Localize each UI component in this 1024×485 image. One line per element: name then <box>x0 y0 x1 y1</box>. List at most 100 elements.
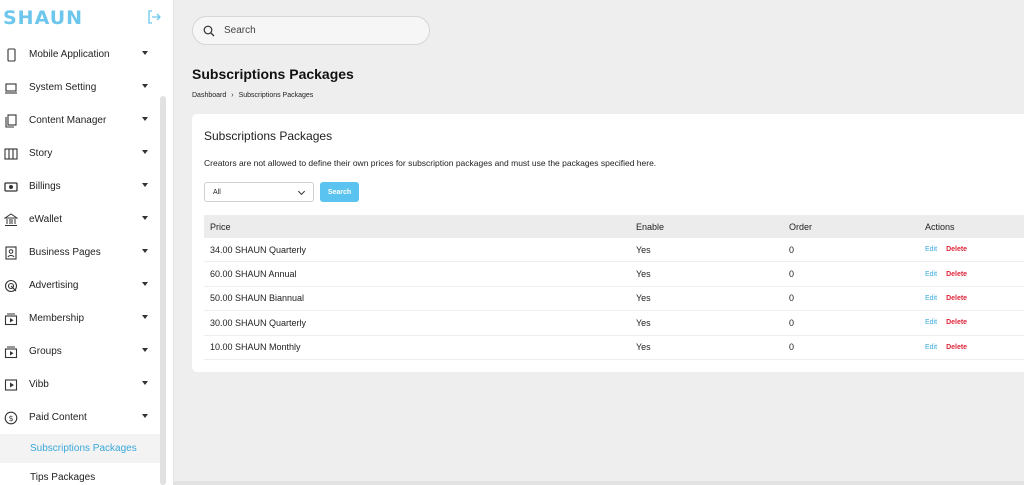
chevron-down-icon <box>142 84 148 88</box>
sidebar-item-advertising[interactable]: Advertising <box>0 269 160 302</box>
table-row: 50.00 SHAUN Biannual Yes 0 Edit Delete <box>204 287 1024 312</box>
cell-order: 0 <box>789 342 795 353</box>
filter-select[interactable]: All <box>204 182 314 202</box>
column-header-actions: Actions <box>925 221 955 232</box>
chevron-down-icon <box>142 315 148 319</box>
table-header: Price Enable Order Actions <box>204 215 1024 238</box>
cell-order: 0 <box>789 293 795 304</box>
chevron-down-icon <box>142 150 148 154</box>
delete-link[interactable]: Delete <box>946 271 967 278</box>
chevron-down-icon <box>142 282 148 286</box>
packages-card: Subscriptions Packages Creators are not … <box>192 114 1024 372</box>
sidebar-subitem-subscriptions-packages[interactable]: Subscriptions Packages <box>0 434 160 463</box>
sidebar-item-label: Vibb <box>29 379 49 390</box>
search-button[interactable]: Search <box>320 182 359 202</box>
delete-link[interactable]: Delete <box>946 295 967 302</box>
cell-enable: Yes <box>636 317 651 328</box>
cell-price: 60.00 SHAUN Annual <box>210 269 297 280</box>
edit-link[interactable]: Edit <box>925 271 937 278</box>
sidebar-item-label: Billings <box>29 181 61 192</box>
sidebar-item-label: Advertising <box>29 280 79 291</box>
sidebar-item-business-pages[interactable]: Business Pages <box>0 236 160 269</box>
sidebar-item-label: Groups <box>29 346 62 357</box>
sidebar-item-label: Membership <box>29 313 85 324</box>
cell-enable: Yes <box>636 269 651 280</box>
sidebar-item-billings[interactable]: Billings <box>0 170 160 203</box>
target-icon <box>4 279 18 293</box>
search-icon <box>203 25 215 36</box>
sidebar-item-vibb[interactable]: Vibb <box>0 368 160 401</box>
edit-link[interactable]: Edit <box>925 246 937 253</box>
cell-enable: Yes <box>636 244 651 255</box>
footer-bar <box>174 481 1024 485</box>
chevron-right-icon: › <box>231 92 234 99</box>
sidebar-item-label: Business Pages <box>29 247 101 258</box>
sidebar-item-mobile-application[interactable]: Mobile Application <box>0 38 160 71</box>
table-row: 34.00 SHAUN Quarterly Yes 0 Edit Delete <box>204 238 1024 263</box>
bank-icon <box>4 212 18 227</box>
delete-link[interactable]: Delete <box>946 319 967 326</box>
edit-link[interactable]: Edit <box>925 295 937 302</box>
table-row: 60.00 SHAUN Annual Yes 0 Edit Delete <box>204 262 1024 287</box>
logo-row: SHAUN <box>0 0 173 38</box>
logo[interactable]: SHAUN <box>3 7 83 29</box>
chevron-down-icon <box>142 249 148 253</box>
sidebar-item-system-setting[interactable]: System Setting <box>0 71 160 104</box>
cash-icon <box>4 180 18 194</box>
sidebar-item-story[interactable]: Story <box>0 137 160 170</box>
contact-card-icon <box>4 245 18 260</box>
card-description: Creators are not allowed to define their… <box>204 158 657 168</box>
chevron-down-icon <box>142 414 148 418</box>
page-title: Subscriptions Packages <box>192 66 354 82</box>
cell-actions: Edit Delete <box>925 262 967 285</box>
delete-link[interactable]: Delete <box>946 246 967 253</box>
packages-table: Price Enable Order Actions 34.00 SHAUN Q… <box>204 215 1024 360</box>
table-row: 10.00 SHAUN Monthly Yes 0 Edit Delete <box>204 336 1024 360</box>
play-stack-icon <box>4 312 18 326</box>
column-header-order: Order <box>789 221 813 232</box>
pages-icon <box>4 113 18 128</box>
sidebar-item-paid-content[interactable]: $ Paid Content <box>0 401 160 434</box>
dollar-circle-icon: $ <box>4 411 18 425</box>
cell-price: 10.00 SHAUN Monthly <box>210 342 301 353</box>
sidebar-subitem-tips-packages[interactable]: Tips Packages <box>0 463 160 485</box>
cell-price: 50.00 SHAUN Biannual <box>210 293 305 304</box>
cell-actions: Edit Delete <box>925 287 967 310</box>
cell-actions: Edit Delete <box>925 336 967 359</box>
edit-link[interactable]: Edit <box>925 319 937 326</box>
delete-link[interactable]: Delete <box>946 344 967 351</box>
chevron-down-icon <box>142 183 148 187</box>
sidebar-item-label: System Setting <box>29 82 97 93</box>
svg-text:$: $ <box>8 414 13 423</box>
play-box-icon <box>4 378 18 392</box>
breadcrumb-dashboard[interactable]: Dashboard <box>192 92 226 99</box>
cell-price: 34.00 SHAUN Quarterly <box>210 244 307 255</box>
chevron-down-icon <box>142 117 148 121</box>
search-placeholder: Search <box>224 25 256 36</box>
sidebar-nav: Mobile Application System Setting Conten… <box>0 38 160 485</box>
cell-enable: Yes <box>636 293 651 304</box>
chevron-down-icon <box>297 187 306 196</box>
sidebar-item-groups[interactable]: Groups <box>0 335 160 368</box>
breadcrumb-current: Subscriptions Packages <box>238 92 314 99</box>
sidebar-item-label: Story <box>29 148 53 159</box>
cell-order: 0 <box>789 317 795 328</box>
breadcrumb: Dashboard › Subscriptions Packages <box>192 92 313 99</box>
sidebar-item-ewallet[interactable]: eWallet <box>0 203 160 236</box>
sidebar-item-label: Mobile Application <box>29 49 110 60</box>
table-row: 30.00 SHAUN Quarterly Yes 0 Edit Delete <box>204 311 1024 336</box>
sidebar-item-membership[interactable]: Membership <box>0 302 160 335</box>
sidebar-item-content-manager[interactable]: Content Manager <box>0 104 160 137</box>
search-input[interactable]: Search <box>192 16 430 45</box>
cell-enable: Yes <box>636 342 651 353</box>
sidebar-scrollbar[interactable] <box>160 96 166 485</box>
column-header-price: Price <box>210 221 231 232</box>
edit-link[interactable]: Edit <box>925 344 937 351</box>
sidebar: SHAUN Mobile Application System Setting … <box>0 0 174 485</box>
logout-icon[interactable] <box>146 9 162 25</box>
column-header-enable: Enable <box>636 221 665 232</box>
sidebar-item-label: eWallet <box>29 214 62 225</box>
laptop-icon <box>4 81 18 95</box>
sidebar-item-label: Content Manager <box>29 115 107 126</box>
cell-order: 0 <box>789 244 795 255</box>
